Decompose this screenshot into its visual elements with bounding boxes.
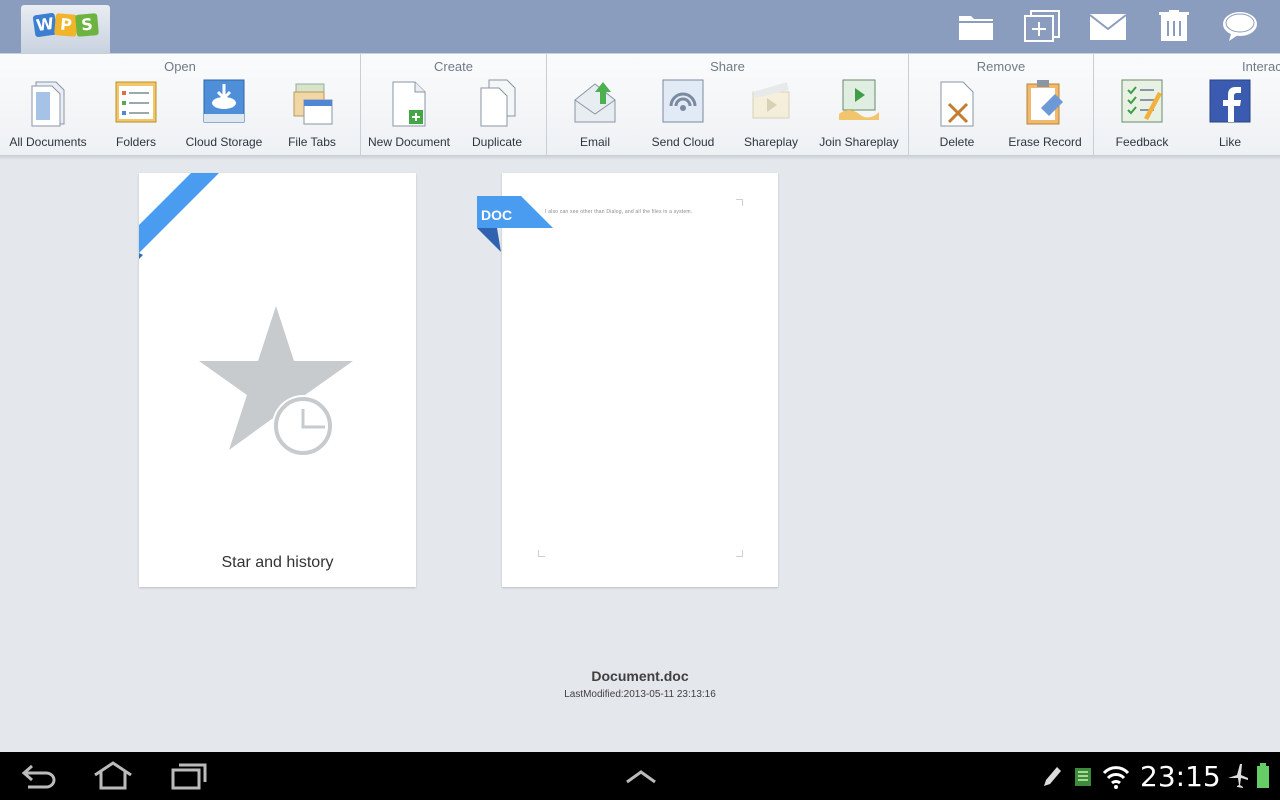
new-document-label: New Document bbox=[367, 135, 451, 149]
comment-icon[interactable] bbox=[1220, 8, 1260, 44]
duplicate-button[interactable]: Duplicate bbox=[453, 78, 541, 154]
join-shareplay-button[interactable]: Join Shareplay bbox=[815, 78, 903, 154]
recent-apps-icon[interactable] bbox=[170, 760, 208, 792]
ribbon-group-share: Share Email Send Cloud Shareplay Join Sh… bbox=[547, 54, 909, 158]
delete-icon bbox=[940, 81, 974, 127]
erase-record-button[interactable]: Erase Record bbox=[1001, 78, 1089, 154]
logo-letter-s: S bbox=[75, 13, 99, 37]
shareplay-icon bbox=[752, 82, 790, 119]
airplane-mode-icon bbox=[1228, 764, 1248, 788]
document-name[interactable]: Document.doc bbox=[502, 668, 778, 684]
delete-button[interactable]: Delete bbox=[913, 78, 1001, 154]
mail-icon[interactable] bbox=[1088, 8, 1128, 44]
doc-type-label: DOC bbox=[481, 207, 513, 223]
cloud-storage-button[interactable]: Cloud Storage bbox=[180, 78, 268, 154]
email-icon bbox=[574, 82, 616, 123]
page-corner-top-right bbox=[736, 199, 743, 206]
page-corner-bottom-right bbox=[736, 550, 743, 557]
file-tabs-icon bbox=[293, 83, 333, 125]
ribbon-toolbar: Open All Documents Folders Cloud Storage… bbox=[0, 53, 1280, 158]
duplicate-icon bbox=[480, 79, 516, 127]
folders-label: Folders bbox=[115, 135, 156, 149]
send-cloud-label: Send Cloud bbox=[651, 135, 715, 149]
erase-record-icon bbox=[1026, 80, 1063, 125]
feedback-icon bbox=[1121, 79, 1163, 123]
trash-icon[interactable] bbox=[1154, 8, 1194, 44]
new-tab-icon[interactable] bbox=[1022, 8, 1062, 44]
shareplay-label: Shareplay bbox=[743, 135, 799, 149]
wifi-icon bbox=[1102, 766, 1130, 789]
all-documents-button[interactable]: All Documents bbox=[4, 78, 92, 154]
back-icon[interactable] bbox=[20, 760, 58, 792]
group-title-open: Open bbox=[164, 59, 196, 74]
ribbon-group-interact: Interac Feedback Like bbox=[1094, 54, 1280, 158]
like-label: Like bbox=[1218, 135, 1241, 149]
ribbon-shadow bbox=[0, 155, 1280, 160]
page-corner-bottom-left bbox=[538, 550, 545, 557]
system-navigation-bar: 23:15 bbox=[0, 752, 1280, 800]
like-button[interactable]: Like bbox=[1186, 78, 1274, 154]
group-title-create: Create bbox=[433, 59, 474, 74]
battery-icon bbox=[1257, 763, 1269, 788]
top-bar: W P S bbox=[0, 0, 1280, 53]
new-document-icon bbox=[392, 81, 426, 127]
send-cloud-button[interactable]: Send Cloud bbox=[639, 78, 727, 154]
join-shareplay-label: Join Shareplay bbox=[819, 135, 899, 149]
duplicate-label: Duplicate bbox=[471, 135, 523, 149]
delete-label: Delete bbox=[939, 135, 975, 149]
ribbon-group-open: Open All Documents Folders Cloud Storage… bbox=[0, 54, 361, 158]
group-title-interact: Interac bbox=[1242, 59, 1280, 74]
status-clock: 23:15 bbox=[1140, 760, 1221, 793]
email-label: Email bbox=[579, 135, 610, 149]
cloud-storage-icon bbox=[203, 79, 245, 123]
all-documents-label: All Documents bbox=[9, 135, 87, 149]
app-logo[interactable]: W P S bbox=[21, 5, 110, 53]
email-button[interactable]: Email bbox=[551, 78, 639, 154]
file-tabs-button[interactable]: File Tabs bbox=[268, 78, 356, 154]
chevron-up-icon[interactable] bbox=[624, 760, 658, 792]
star-history-caption: Star and history bbox=[221, 554, 334, 571]
top-actions bbox=[956, 8, 1260, 44]
group-title-share: Share bbox=[710, 59, 745, 74]
document-last-modified: LastModified:2013-05-11 23:13:16 bbox=[564, 689, 716, 700]
doc-preview-text: I also can see other than Dialog, and al… bbox=[545, 209, 693, 215]
folders-icon bbox=[115, 81, 157, 123]
cloud-storage-label: Cloud Storage bbox=[185, 135, 263, 149]
group-title-remove: Remove bbox=[976, 59, 1026, 74]
facebook-icon bbox=[1209, 79, 1251, 123]
home-icon[interactable] bbox=[92, 760, 134, 792]
star-history-card[interactable]: Star and history bbox=[139, 173, 416, 587]
android-notification-icon bbox=[1075, 768, 1091, 786]
pen-icon bbox=[1044, 767, 1061, 786]
shareplay-button[interactable]: Shareplay bbox=[727, 78, 815, 154]
feedback-button[interactable]: Feedback bbox=[1098, 78, 1186, 154]
all-documents-icon bbox=[31, 81, 65, 127]
folder-icon[interactable] bbox=[956, 8, 996, 44]
join-shareplay-icon bbox=[839, 79, 879, 120]
send-cloud-icon bbox=[662, 79, 704, 123]
file-tabs-label: File Tabs bbox=[288, 135, 336, 149]
new-document-button[interactable]: New Document bbox=[365, 78, 453, 154]
star-history-icon bbox=[139, 173, 353, 457]
ribbon-group-create: Create New Document Duplicate bbox=[361, 54, 547, 158]
ribbon-group-remove: Remove Delete Erase Record bbox=[909, 54, 1094, 158]
folders-button[interactable]: Folders bbox=[92, 78, 180, 154]
doc-type-badge bbox=[477, 196, 553, 252]
feedback-label: Feedback bbox=[1115, 135, 1169, 149]
erase-record-label: Erase Record bbox=[1008, 135, 1082, 149]
